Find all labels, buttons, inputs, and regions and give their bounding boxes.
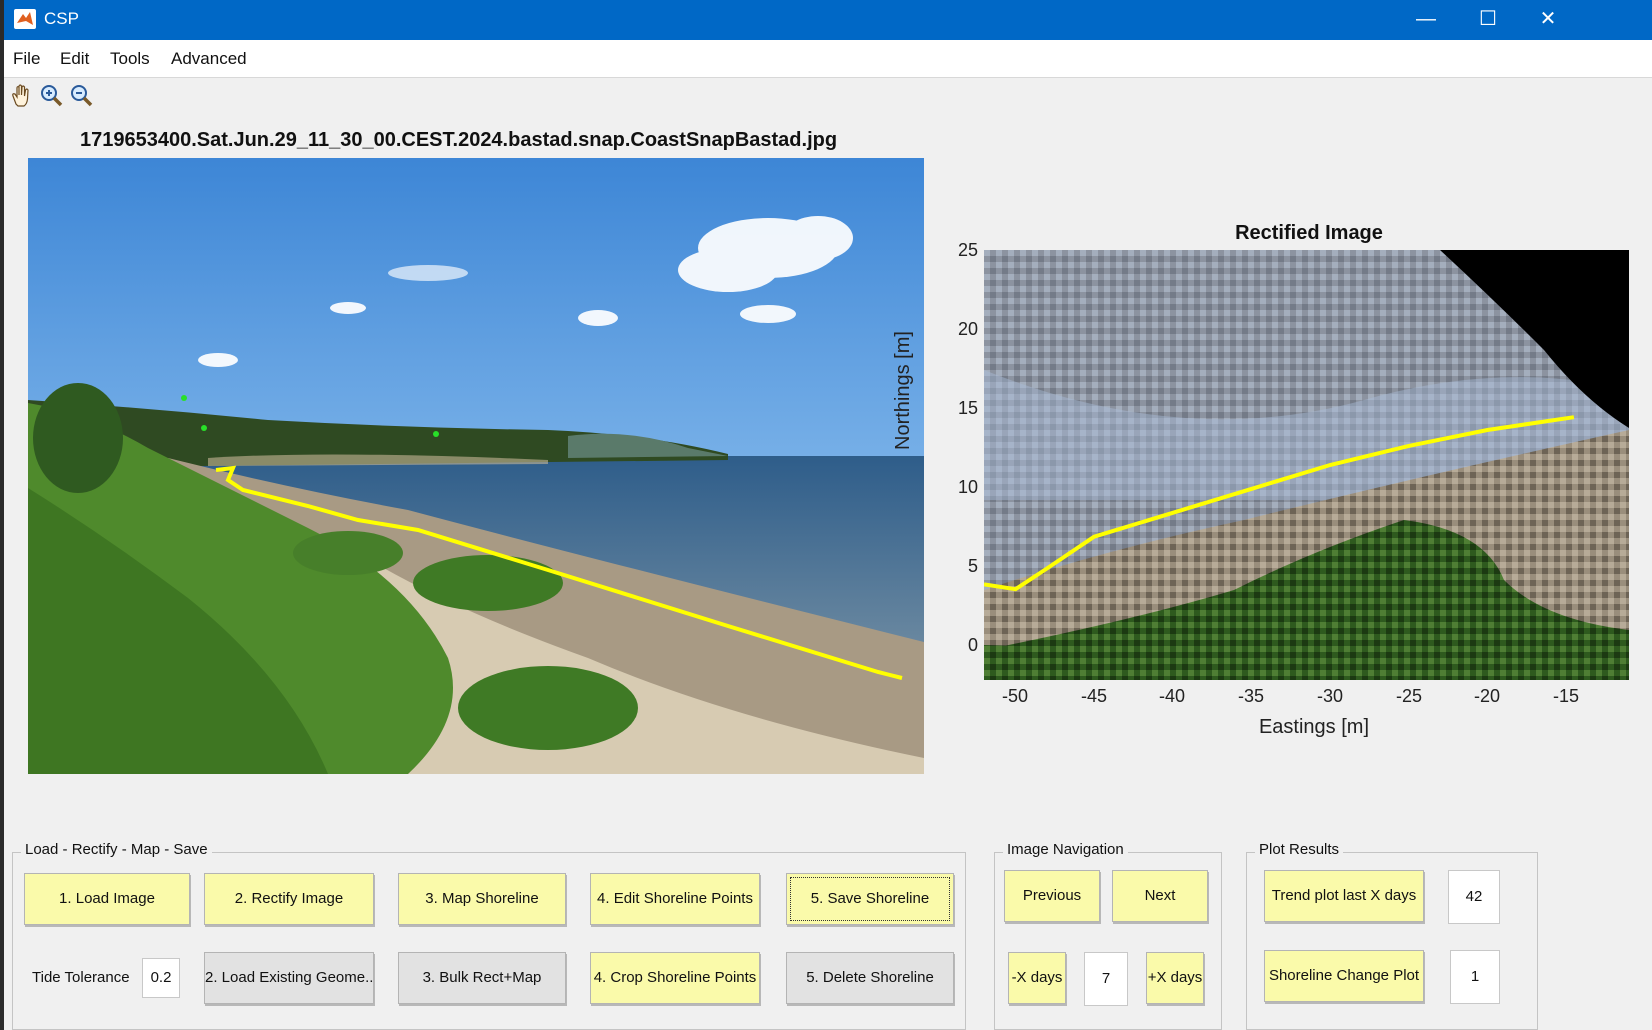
next-button[interactable]: Next (1112, 870, 1208, 922)
title-bar[interactable]: CSP — ☐ ✕ (4, 0, 1652, 40)
bulk-rect-map-button[interactable]: 3. Bulk Rect+Map (398, 952, 566, 1004)
close-button[interactable]: ✕ (1520, 2, 1576, 36)
y-tick-label: 20 (958, 319, 979, 339)
rectified-title: Rectified Image (1235, 222, 1383, 244)
minimize-button[interactable]: — (1398, 2, 1454, 36)
previous-button[interactable]: Previous (1004, 870, 1100, 922)
figure-toolbar (4, 78, 1652, 114)
x-tick-label: -35 (1238, 686, 1265, 706)
delete-shoreline-button[interactable]: 5. Delete Shoreline (786, 952, 954, 1004)
menu-edit[interactable]: Edit (60, 49, 89, 69)
y-tick-label: 25 (958, 240, 979, 260)
x-tick-label: -45 (1081, 686, 1108, 706)
menu-file[interactable]: File (13, 49, 40, 69)
x-tick-label: -50 (1002, 686, 1029, 706)
x-axis-label: Eastings [m] (1258, 716, 1370, 738)
shoreline-change-plot-button[interactable]: Shoreline Change Plot (1264, 950, 1424, 1002)
tide-tolerance-label: Tide Tolerance (32, 969, 130, 986)
x-tick-label: -20 (1474, 686, 1501, 706)
x-tick-label: -40 (1159, 686, 1186, 706)
workflow-panel-title: Load - Rectify - Map - Save (21, 841, 212, 858)
trend-plot-button[interactable]: Trend plot last X days (1264, 870, 1424, 922)
menu-bar: File Edit Tools Advanced (4, 40, 1652, 78)
maximize-button[interactable]: ☐ (1460, 2, 1516, 36)
tide-tolerance-input[interactable]: 0.2 (142, 958, 180, 998)
zoom-in-icon[interactable] (38, 82, 66, 110)
y-tick-label: 15 (958, 398, 979, 418)
save-shoreline-button[interactable]: 5. Save Shoreline (786, 873, 954, 925)
rectify-image-button[interactable]: 2. Rectify Image (204, 873, 374, 925)
crop-shoreline-points-button[interactable]: 4. Crop Shoreline Points (590, 952, 760, 1004)
load-image-button[interactable]: 1. Load Image (24, 873, 190, 925)
image-navigation-title: Image Navigation (1003, 841, 1128, 858)
y-axis-label: Northings [m] (892, 331, 914, 450)
menu-advanced[interactable]: Advanced (171, 49, 247, 69)
x-tick-label: -30 (1317, 686, 1344, 706)
load-existing-geometry-button[interactable]: 2. Load Existing Geome... (204, 952, 374, 1004)
menu-tools[interactable]: Tools (110, 49, 150, 69)
plot-results-title: Plot Results (1255, 841, 1344, 858)
edit-shoreline-points-button[interactable]: 4. Edit Shoreline Points (590, 873, 760, 925)
y-tick-label: 0 (968, 635, 979, 655)
map-shoreline-button[interactable]: 3. Map Shoreline (398, 873, 566, 925)
x-tick-label: -15 (1553, 686, 1580, 706)
plus-days-button[interactable]: +X days (1146, 952, 1204, 1004)
app-window: CSP — ☐ ✕ File Edit Tools Advanced 17196… (4, 0, 1652, 1030)
x-tick-label: -25 (1396, 686, 1423, 706)
change-plot-input[interactable]: 1 (1450, 950, 1500, 1004)
image-filename-title: 1719653400.Sat.Jun.29_11_30_00.CEST.2024… (80, 129, 838, 151)
pan-hand-icon[interactable] (8, 82, 36, 110)
zoom-out-icon[interactable] (68, 82, 96, 110)
y-tick-label: 5 (968, 556, 979, 576)
window-title: CSP (44, 9, 79, 28)
beach-photo (28, 158, 924, 774)
days-input[interactable]: 7 (1084, 952, 1128, 1006)
matlab-icon (14, 9, 36, 29)
trend-days-input[interactable]: 42 (1448, 870, 1500, 924)
rectified-image-plot (984, 250, 1629, 680)
minus-days-button[interactable]: -X days (1008, 952, 1066, 1004)
y-tick-label: 10 (958, 477, 979, 497)
